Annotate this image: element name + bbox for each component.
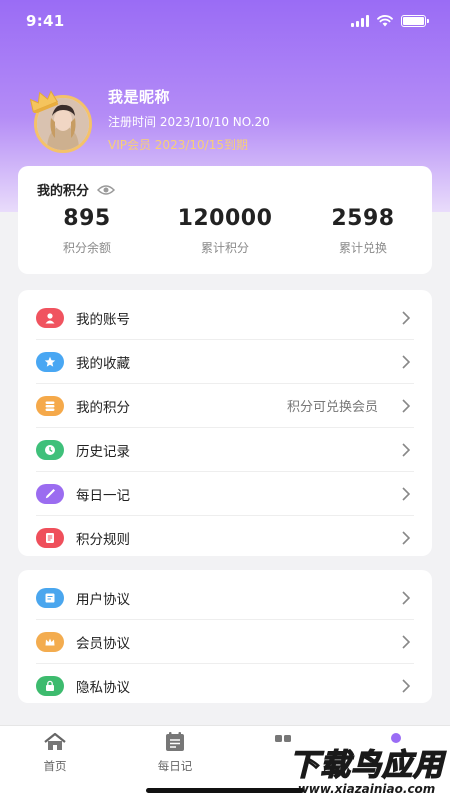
status-time: 9:41: [26, 12, 65, 30]
tab-diary[interactable]: 每日记: [135, 732, 215, 774]
nickname: 我是昵称: [108, 88, 171, 106]
menu-label: 历史记录: [76, 443, 130, 460]
watermark-url: www.xiazainiao.com: [297, 782, 436, 796]
home-icon: [44, 732, 66, 750]
register-info: 注册时间 2023/10/10 NO.20: [108, 115, 270, 129]
menu-item-favorites[interactable]: 我的收藏: [36, 340, 414, 384]
user-icon: [36, 307, 64, 328]
menu-label: 用户协议: [76, 591, 130, 608]
diary-icon: [166, 732, 184, 751]
chevron-right-icon: [402, 355, 410, 369]
tab-home[interactable]: 首页: [15, 732, 95, 774]
wifi-icon: [377, 15, 393, 27]
rules-icon: [36, 528, 64, 548]
eye-icon[interactable]: [97, 184, 116, 196]
menu-label: 我的收藏: [76, 355, 130, 372]
menu-card-agreements: 用户协议 会员协议 隐私协议: [18, 570, 432, 703]
menu-item-privacy-agreement[interactable]: 隐私协议: [36, 664, 414, 708]
menu-card-main: 我的账号 我的收藏 我的积分 积分可兑换会员 历史记录 每日一记 积分规则: [18, 290, 432, 556]
stat-total: 120000 累计积分: [177, 206, 273, 255]
profile-header: 我是昵称 注册时间 2023/10/10 NO.20 VIP会员 2023/10…: [28, 86, 270, 153]
document-icon: [36, 587, 64, 608]
menu-label: 会员协议: [76, 635, 130, 652]
menu-item-account[interactable]: 我的账号: [36, 296, 414, 340]
chevron-right-icon: [402, 311, 410, 325]
clock-icon: [36, 439, 64, 460]
coins-icon: [36, 395, 64, 416]
points-stats: 895 积分余额 120000 累计积分 2598 累计兑换: [18, 206, 432, 256]
chevron-right-icon: [402, 635, 410, 649]
chevron-right-icon: [402, 591, 410, 605]
menu-label: 我的积分: [76, 399, 130, 416]
chevron-right-icon: [402, 679, 410, 693]
points-title: 我的积分: [37, 184, 90, 199]
menu-item-daily-note[interactable]: 每日一记: [36, 472, 414, 516]
menu-item-points[interactable]: 我的积分 积分可兑换会员: [36, 384, 414, 428]
menu-extra-text: 积分可兑换会员: [286, 400, 378, 415]
tab-diary-label: 每日记: [157, 759, 193, 773]
menu-item-rules[interactable]: 积分规则: [36, 516, 414, 560]
lock-icon: [36, 676, 64, 696]
pen-icon: [36, 483, 64, 504]
tab-home-label: 首页: [43, 759, 67, 773]
crown-icon: [29, 89, 59, 113]
status-bar: 9:41: [0, 0, 450, 42]
signal-icon: [351, 15, 369, 27]
crown-icon: [36, 631, 64, 652]
avatar-wrap[interactable]: [28, 89, 92, 153]
chevron-right-icon: [402, 531, 410, 545]
menu-label: 我的账号: [76, 311, 130, 328]
points-card: 我的积分 895 积分余额 120000 累计积分 2598 累计兑换: [18, 166, 432, 274]
battery-icon: [401, 15, 429, 27]
menu-item-user-agreement[interactable]: 用户协议: [36, 576, 414, 620]
menu-item-member-agreement[interactable]: 会员协议: [36, 620, 414, 664]
chevron-right-icon: [402, 487, 410, 501]
chevron-right-icon: [402, 443, 410, 457]
menu-item-history[interactable]: 历史记录: [36, 428, 414, 472]
chevron-right-icon: [402, 399, 410, 413]
menu-label: 每日一记: [76, 487, 130, 504]
watermark-title: 下载鸟应用: [288, 747, 444, 784]
stat-exchanged: 2598 累计兑换: [331, 206, 395, 255]
star-icon: [36, 351, 64, 372]
watermark-logo: 下载鸟应用 www.xiazainiao.com: [288, 740, 444, 796]
vip-info: VIP会员 2023/10/15到期: [108, 138, 248, 152]
menu-label: 隐私协议: [76, 680, 130, 696]
menu-label: 积分规则: [76, 532, 130, 548]
stat-balance: 895 积分余额: [62, 206, 111, 255]
home-indicator[interactable]: [146, 788, 304, 793]
